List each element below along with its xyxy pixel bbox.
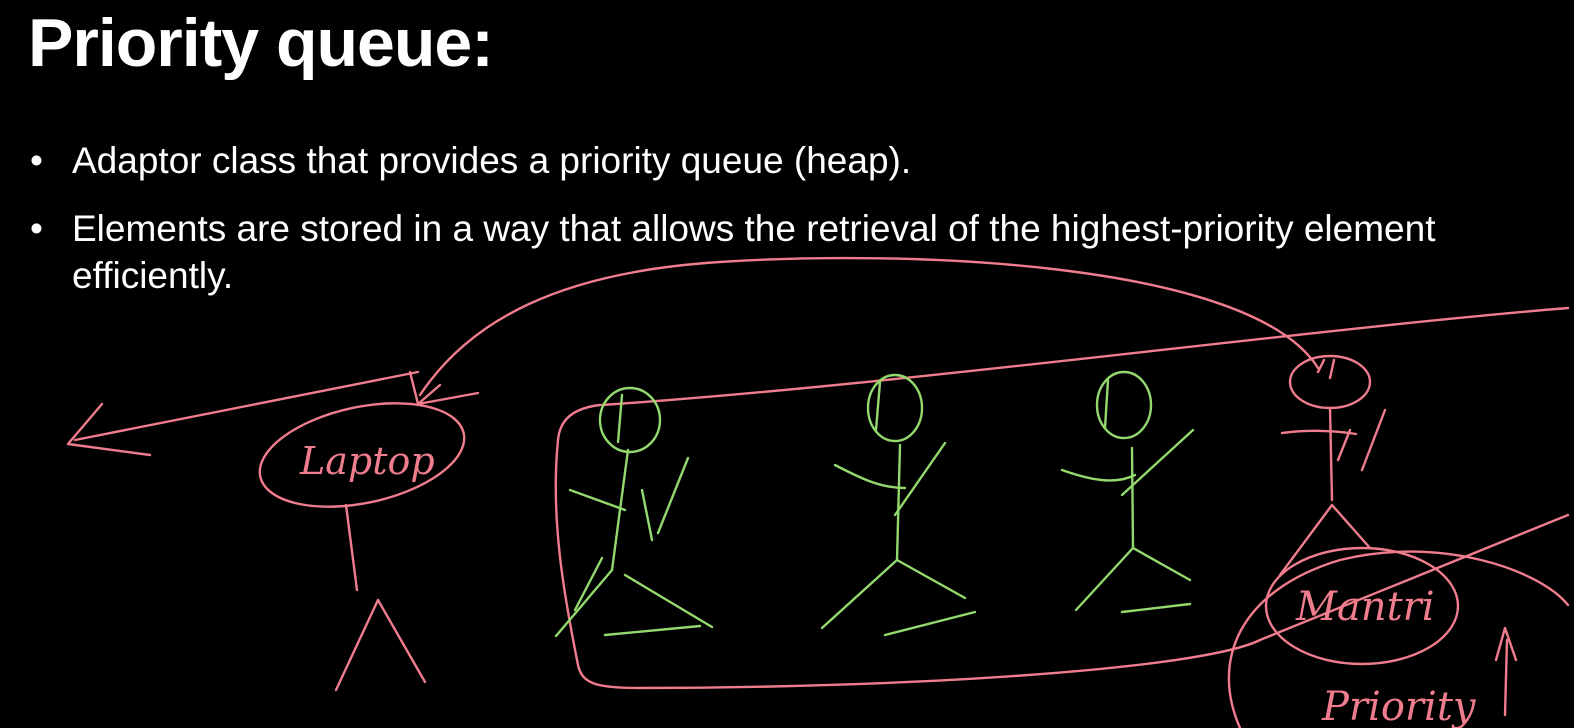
laptop-person-body	[344, 503, 359, 592]
laptop-label: Laptop	[299, 439, 435, 483]
handwritten-annotations: Laptop Mantri Priority	[66, 256, 1570, 728]
priority-label: Priority	[1321, 684, 1477, 728]
laptop-person-legs	[334, 598, 427, 692]
curve-arrow-to-laptop	[418, 256, 1320, 397]
stick-figure-2	[820, 373, 977, 637]
stick-figure-3	[1060, 370, 1195, 614]
curve-arrowhead	[408, 370, 480, 406]
queue-enclosure	[554, 306, 1570, 690]
mantri-person	[1278, 354, 1387, 577]
left-arrowhead	[66, 402, 152, 457]
mantri-label: Mantri	[1295, 584, 1435, 630]
priority-up-arrow	[1494, 626, 1518, 717]
slide: Priority queue: • Adaptor class that pro…	[0, 0, 1574, 728]
stick-figure-1	[554, 386, 714, 638]
